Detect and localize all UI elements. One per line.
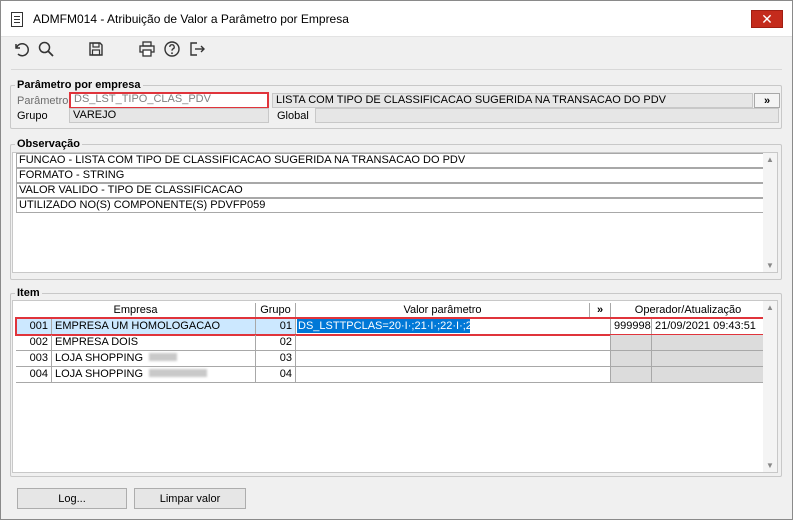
- scroll-up-icon[interactable]: ▲: [766, 303, 774, 312]
- observacao-legend: Observação: [17, 138, 80, 150]
- cell-empresa[interactable]: EMPRESA DOIS: [52, 335, 256, 351]
- obs-line: FORMATO - STRING: [16, 168, 767, 183]
- param-description: LISTA COM TIPO DE CLASSIFICACAO SUGERIDA…: [272, 93, 753, 108]
- close-button[interactable]: ✕: [751, 10, 783, 28]
- main-window: ADMFM014 - Atribuição de Valor a Parâmet…: [0, 0, 793, 520]
- param-field[interactable]: DS_LST_TIPO_CLAS_PDV: [69, 92, 269, 109]
- param-more-button[interactable]: »: [754, 93, 780, 108]
- cell-operador: [611, 351, 652, 367]
- limpar-valor-button[interactable]: Limpar valor: [134, 488, 246, 509]
- log-button[interactable]: Log...: [17, 488, 127, 509]
- parametro-legend: Parâmetro por empresa: [17, 79, 141, 91]
- item-grid: Empresa Grupo Valor parâmetro » Operador…: [12, 300, 778, 473]
- observacao-box[interactable]: FUNCAO - LISTA COM TIPO DE CLASSIFICACAO…: [12, 152, 778, 273]
- cell-code[interactable]: 003: [16, 351, 52, 367]
- cell-grupo[interactable]: 03: [256, 351, 296, 367]
- grupo-field: VAREJO: [69, 108, 269, 123]
- cell-empresa[interactable]: LOJA SHOPPING: [52, 351, 256, 367]
- scroll-up-icon[interactable]: ▲: [766, 155, 774, 164]
- undo-icon[interactable]: [11, 39, 31, 59]
- cell-valor[interactable]: [296, 367, 611, 383]
- print-icon[interactable]: [137, 39, 157, 59]
- cell-operador: [611, 367, 652, 383]
- global-label: Global: [277, 110, 309, 122]
- cell-empresa[interactable]: LOJA SHOPPING: [52, 367, 256, 383]
- observacao-scrollbar[interactable]: ▲ ▼: [763, 153, 777, 272]
- toolbar: [1, 37, 792, 63]
- blurred-text: [149, 353, 178, 361]
- title-bar: ADMFM014 - Atribuição de Valor a Parâmet…: [1, 1, 792, 37]
- global-field: [315, 108, 779, 123]
- cell-empresa-text: LOJA SHOPPING: [55, 368, 144, 380]
- scroll-down-icon[interactable]: ▼: [766, 461, 774, 470]
- scroll-down-icon[interactable]: ▼: [766, 261, 774, 270]
- exit-icon[interactable]: [187, 39, 207, 59]
- obs-line: UTILIZADO NO(S) COMPONENTE(S) PDVFP059: [16, 198, 767, 213]
- toolbar-separator: [11, 69, 782, 70]
- cell-valor[interactable]: [296, 335, 611, 351]
- item-scrollbar[interactable]: ▲ ▼: [763, 301, 777, 472]
- search-icon[interactable]: [36, 39, 56, 59]
- window-title: ADMFM014 - Atribuição de Valor a Parâmet…: [33, 12, 349, 26]
- cell-atualizacao: [652, 335, 766, 351]
- cell-empresa-text: LOJA SHOPPING: [55, 352, 144, 364]
- cell-atualizacao: [652, 351, 766, 367]
- help-icon[interactable]: [162, 39, 182, 59]
- param-label: Parâmetro: [17, 95, 69, 107]
- cell-code[interactable]: 002: [16, 335, 52, 351]
- grupo-label: Grupo: [17, 110, 48, 122]
- save-icon[interactable]: [86, 39, 106, 59]
- selected-row-highlight: [15, 317, 767, 336]
- cell-grupo[interactable]: 04: [256, 367, 296, 383]
- cell-atualizacao: [652, 367, 766, 383]
- cell-valor[interactable]: [296, 351, 611, 367]
- cell-grupo[interactable]: 02: [256, 335, 296, 351]
- obs-line: FUNCAO - LISTA COM TIPO DE CLASSIFICACAO…: [16, 153, 767, 168]
- document-icon: [11, 12, 23, 27]
- cell-code[interactable]: 004: [16, 367, 52, 383]
- obs-line: VALOR VALIDO - TIPO DE CLASSIFICACAO: [16, 183, 767, 198]
- blurred-text: [149, 369, 208, 377]
- cell-operador: [611, 335, 652, 351]
- item-legend: Item: [17, 287, 40, 299]
